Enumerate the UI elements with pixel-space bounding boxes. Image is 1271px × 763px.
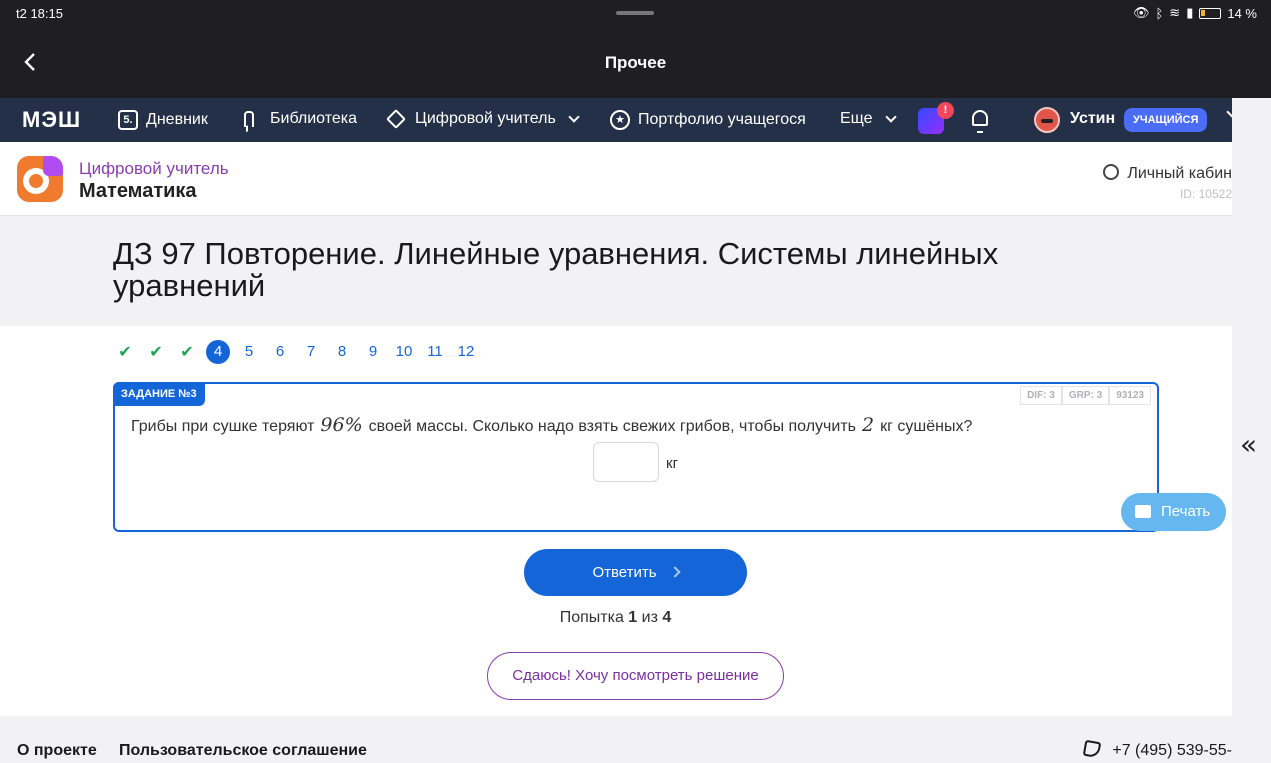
step-1[interactable]: ✔ bbox=[113, 340, 137, 364]
give-up-button[interactable]: Сдаюсь! Хочу посмотреть решение bbox=[487, 652, 784, 700]
nav-item-label: Дневник bbox=[146, 111, 208, 128]
cabinet-label: Личный кабин bbox=[1127, 165, 1232, 182]
chevron-down-icon bbox=[884, 111, 897, 123]
web-page: МЭШ 5. Дневник Библиотека Цифровой учите… bbox=[0, 98, 1232, 763]
bell-icon[interactable] bbox=[972, 110, 988, 133]
step-7[interactable]: 7 bbox=[299, 340, 323, 364]
step-3[interactable]: ✔ bbox=[175, 340, 199, 364]
status-bar: t2 18:15 👁 ᛒ ≋ ▮ 14 % bbox=[0, 0, 1271, 28]
meta-task-id: 93123 bbox=[1109, 386, 1151, 405]
footer-agreement-link[interactable]: Пользовательское соглашение bbox=[119, 742, 367, 760]
diary-icon: 5. bbox=[118, 110, 138, 130]
print-label: Печать bbox=[1161, 503, 1211, 520]
step-8[interactable]: 8 bbox=[330, 340, 354, 364]
digital-teacher-logo[interactable] bbox=[17, 156, 63, 202]
battery-level: 14 % bbox=[1227, 5, 1257, 21]
print-button[interactable]: Печать bbox=[1121, 493, 1226, 531]
star-icon: ★ bbox=[610, 110, 630, 130]
nav-item-more[interactable]: Еще bbox=[840, 110, 897, 128]
user-icon bbox=[1103, 164, 1120, 180]
task-question: Грибы при сушке теряют 96% своей массы. Ск… bbox=[131, 414, 972, 436]
attempt-total: 4 bbox=[662, 609, 672, 626]
title-band: ДЗ 97 Повторение. Линейные уравнения. Си… bbox=[0, 216, 1232, 326]
cube-icon bbox=[386, 109, 406, 129]
math-value: 96% bbox=[320, 414, 363, 436]
attempt-prefix: Попытка bbox=[559, 609, 624, 626]
status-icons: 👁 ᛒ ≋ ▮ 14 % bbox=[1133, 5, 1257, 21]
task-meta: DIF: 3 GRP: 3 93123 bbox=[1020, 386, 1151, 405]
chevron-down-icon bbox=[568, 111, 580, 123]
footer-about-link[interactable]: О проекте bbox=[17, 742, 97, 760]
nav-item-digital-teacher[interactable]: Цифровой учитель bbox=[386, 109, 580, 129]
page-title: ДЗ 97 Повторение. Линейные уравнения. Си… bbox=[113, 236, 999, 303]
step-6[interactable]: 6 bbox=[268, 340, 292, 364]
question-text: Грибы при сушке теряют bbox=[131, 418, 315, 435]
nav-item-label: Библиотека bbox=[270, 110, 357, 127]
step-10[interactable]: 10 bbox=[392, 340, 416, 364]
submit-label: Ответить bbox=[592, 564, 657, 581]
wifi-icon: ≋ bbox=[1169, 5, 1181, 20]
phone-icon bbox=[1083, 739, 1102, 759]
task-stepper: ✔ ✔ ✔ 4 5 6 7 8 9 10 11 12 bbox=[113, 340, 485, 364]
window-handle[interactable] bbox=[616, 11, 654, 15]
footer-phone[interactable]: +7 (495) 539-55- bbox=[1083, 739, 1232, 760]
phone-number: +7 (495) 539-55- bbox=[1112, 742, 1232, 759]
avatar[interactable] bbox=[1034, 107, 1060, 133]
math-value: 2 bbox=[862, 414, 875, 436]
bookmark-icon bbox=[244, 111, 254, 127]
task-tag: ЗАДАНИЕ №3 bbox=[113, 382, 205, 406]
step-9[interactable]: 9 bbox=[361, 340, 385, 364]
nav-item-portfolio[interactable]: ★ Портфолио учащегося bbox=[610, 110, 806, 130]
signal-icon: ▮ bbox=[1186, 5, 1194, 20]
nav-item-label: Еще bbox=[840, 110, 873, 127]
nav-item-diary[interactable]: 5. Дневник bbox=[118, 110, 208, 130]
meta-difficulty: DIF: 3 bbox=[1020, 386, 1062, 405]
nav-item-library[interactable]: Библиотека bbox=[244, 110, 357, 128]
chevron-right-icon bbox=[668, 566, 681, 578]
notification-badge: ! bbox=[937, 102, 954, 119]
answer-input[interactable] bbox=[593, 442, 659, 482]
side-panel: « bbox=[1232, 98, 1271, 763]
step-2[interactable]: ✔ bbox=[144, 340, 168, 364]
step-12[interactable]: 12 bbox=[454, 340, 478, 364]
nav-item-label: Цифровой учитель bbox=[415, 110, 556, 127]
sub-header: Цифровой учитель Математика Личный кабин… bbox=[0, 142, 1232, 216]
subject-title: Математика bbox=[79, 180, 197, 202]
app-bar-title: Прочее bbox=[604, 53, 667, 72]
brand-title: Цифровой учитель bbox=[79, 159, 229, 178]
personal-cabinet-link[interactable]: Личный кабин bbox=[1103, 164, 1232, 183]
footer: О проекте Пользовательское соглашение +7… bbox=[0, 716, 1232, 763]
apps-launcher-icon[interactable]: ! bbox=[918, 102, 954, 134]
attempt-current: 1 bbox=[628, 609, 638, 626]
meta-group: GRP: 3 bbox=[1061, 386, 1110, 405]
app-bar: Прочее bbox=[0, 28, 1271, 98]
step-4[interactable]: 4 bbox=[206, 340, 230, 364]
question-text: своей массы. Сколько надо взять свежих г… bbox=[368, 418, 856, 435]
submit-button[interactable]: Ответить bbox=[524, 549, 747, 596]
eye-icon: 👁 bbox=[1132, 5, 1150, 20]
mesh-logo[interactable]: МЭШ bbox=[22, 107, 81, 133]
printer-icon bbox=[1135, 505, 1151, 518]
answer-unit: кг bbox=[666, 455, 679, 472]
battery-icon bbox=[1199, 7, 1222, 19]
role-badge: УЧАЩИЙСЯ bbox=[1124, 108, 1208, 132]
step-5[interactable]: 5 bbox=[237, 340, 261, 364]
collapse-panel-icon[interactable]: « bbox=[1240, 428, 1257, 461]
question-text: кг сушёных? bbox=[880, 418, 973, 435]
nav-item-label: Портфолио учащегося bbox=[638, 111, 806, 128]
status-time: t2 18:15 bbox=[16, 6, 63, 21]
task-card: ЗАДАНИЕ №3 DIF: 3 GRP: 3 93123 Грибы при… bbox=[113, 382, 1159, 532]
top-nav: МЭШ 5. Дневник Библиотека Цифровой учите… bbox=[0, 98, 1232, 142]
bluetooth-icon: ᛒ bbox=[1155, 5, 1164, 21]
user-name[interactable]: Устин bbox=[1070, 110, 1115, 128]
step-11[interactable]: 11 bbox=[423, 340, 447, 364]
attempt-counter: Попытка 1 из 4 bbox=[0, 609, 1232, 627]
attempt-sep: из bbox=[641, 609, 658, 626]
user-id: ID: 10522 bbox=[1179, 187, 1232, 201]
